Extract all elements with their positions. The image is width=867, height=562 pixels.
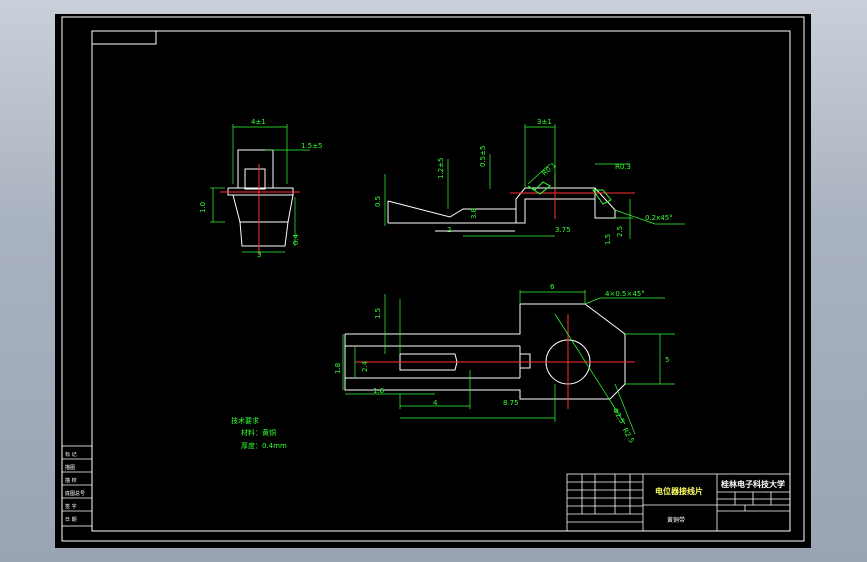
dim-side-left: 0.5 [374,196,382,207]
dim-side-chamfer: 0.2x45° [645,214,673,222]
strip-text-2: 描图 [65,464,75,471]
dim-side-small: 2 [447,226,451,234]
dim-plan-top-width: 6 [550,283,555,291]
dim-side-h3: 3±1 [537,118,552,126]
view-end [227,149,294,247]
dim-plan-left1: 1.5 [374,308,382,319]
dim-plan-left2: 1.8 [334,363,342,374]
dim-plan-diam: Φ2.5 [611,407,626,425]
dim-plan-left3: 2.4 [361,360,369,372]
dim-plan-len: 8.75 [503,399,519,407]
tech-notes-line2: 厚度：0.4mm [241,441,287,450]
title-material: 黄铜带 [667,516,685,524]
engineering-drawing: 标 记 描图 描 校 底图总号 签 字 日 期 4±1 1.5±5 1.0 0.… [61,16,805,542]
tech-notes-heading: 技术要求 [231,416,259,425]
strip-text-4: 底图总号 [65,490,85,497]
dim-end-slot: 1.5±5 [301,142,322,150]
tech-notes-line1: 材料：黄铜 [241,428,276,437]
title-school: 桂林电子科技大学 [720,479,785,489]
strip-text-1: 标 记 [65,451,77,458]
strip-text-3: 描 校 [65,477,77,484]
dim-side-right: 1.5 [604,234,612,245]
dim-side-h2: 0.5±5 [479,146,487,167]
dim-end-bottom: 3 [257,251,261,259]
outer-border [61,16,805,542]
dim-plan-small: 1.6 [373,387,385,395]
dim-side-right2: 2.5 [616,226,624,237]
inner-border [91,30,791,532]
cad-viewport[interactable]: 标 记 描图 描 校 底图总号 签 字 日 期 4±1 1.5±5 1.0 0.… [55,14,811,548]
dim-plan-chamfer: 4×0.5×45° [605,290,645,298]
dim-side-h1: 1.2±5 [437,158,445,179]
dim-plan-height: 5 [665,356,669,364]
dim-end-width: 4±1 [251,118,266,126]
dim-side-len: 3.75 [555,226,571,234]
dim-plan-four: 4 [433,399,438,407]
title-part-name: 电位器接线片 [655,486,703,496]
corner-box [91,30,157,45]
left-strip [61,445,93,527]
strip-text-6: 日 期 [65,517,77,523]
strip-text-5: 签 字 [65,503,77,510]
dim-side-mid: 3.8 [470,208,478,219]
view-plan [344,303,626,400]
dim-end-thick: 0.4 [292,233,300,245]
dim-end-height: 1.0 [199,202,207,213]
dim-side-r2: R0.3 [615,163,631,171]
view-side [387,187,616,232]
